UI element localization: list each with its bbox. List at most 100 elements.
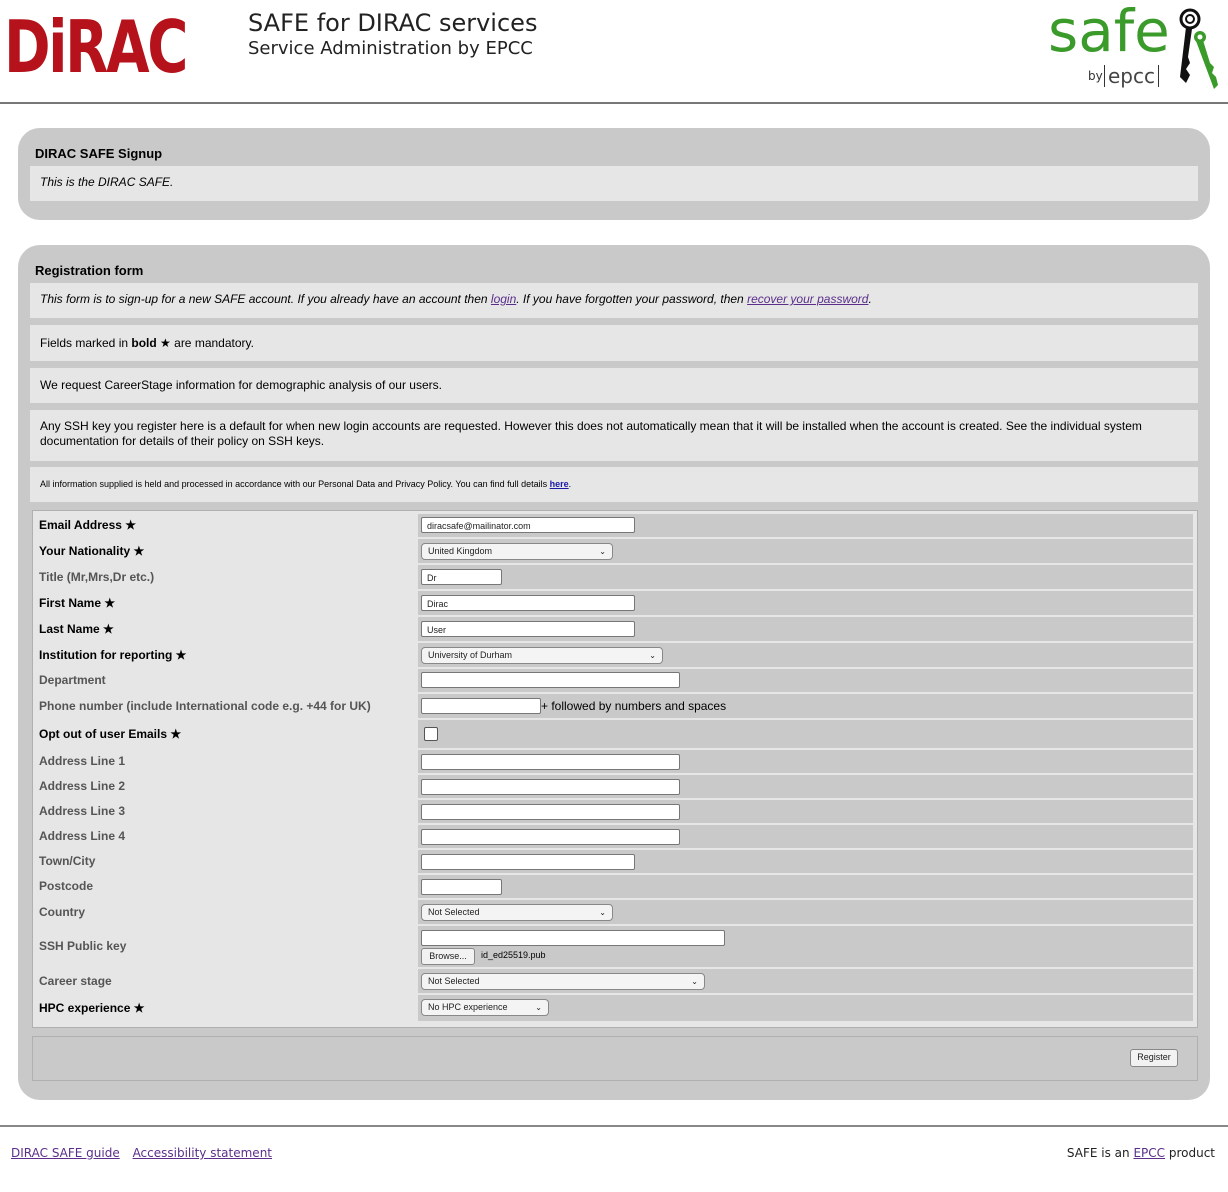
footer-product: SAFE is an EPCC product bbox=[1067, 1146, 1215, 1160]
key-icon bbox=[1179, 8, 1218, 89]
registration-panel: Registration form This form is to sign-u… bbox=[18, 245, 1210, 1100]
note-bold: bold bbox=[131, 336, 157, 350]
town-label: Town/City bbox=[36, 850, 415, 873]
optout-cell bbox=[418, 720, 1193, 748]
last-name-field[interactable]: User bbox=[421, 621, 635, 637]
phone-field[interactable] bbox=[421, 698, 541, 714]
career-stage-cell: Not Selected ⌄ bbox=[418, 969, 1193, 993]
chevron-down-icon: ⌄ bbox=[599, 908, 606, 917]
safe-logo-by: by bbox=[1088, 69, 1103, 83]
note-text: . bbox=[868, 292, 872, 306]
hpc-experience-select[interactable]: No HPC experience ⌄ bbox=[421, 999, 549, 1016]
postcode-cell bbox=[418, 875, 1193, 898]
site-subtitle: Service Administration by EPCC bbox=[248, 38, 533, 59]
address-line-3-field[interactable] bbox=[421, 804, 680, 820]
nationality-label: Your Nationality ★ bbox=[36, 539, 415, 563]
note-text: This form is to sign-up for a new SAFE a… bbox=[40, 292, 491, 306]
privacy-note: All information supplied is held and pro… bbox=[30, 467, 1198, 502]
address-line-4-field[interactable] bbox=[421, 829, 680, 845]
country-value: Not Selected bbox=[428, 907, 480, 917]
privacy-policy-link[interactable]: here bbox=[550, 479, 569, 489]
department-field[interactable] bbox=[421, 672, 680, 688]
title-label: Title (Mr,Mrs,Dr etc.) bbox=[36, 565, 415, 589]
nationality-cell: United Kingdom ⌄ bbox=[418, 539, 1193, 563]
signup-panel: DIRAC SAFE Signup This is the DIRAC SAFE… bbox=[18, 128, 1210, 220]
footer-divider bbox=[0, 1125, 1228, 1127]
note-text: All information supplied is held and pro… bbox=[40, 479, 550, 489]
country-label: Country bbox=[36, 900, 415, 924]
title-cell: Dr bbox=[418, 565, 1193, 589]
accessibility-statement-link[interactable]: Accessibility statement bbox=[133, 1146, 272, 1160]
optout-checkbox[interactable] bbox=[424, 727, 438, 741]
safe-logo-word: safe bbox=[1048, 0, 1170, 65]
address-line-1-label: Address Line 1 bbox=[36, 750, 415, 773]
town-cell bbox=[418, 850, 1193, 873]
first-name-cell: Dirac bbox=[418, 591, 1193, 615]
dirac-logo[interactable]: DiRAC bbox=[4, 2, 188, 92]
phone-hint: + followed by numbers and spaces bbox=[541, 699, 727, 713]
hpc-experience-value: No HPC experience bbox=[428, 1002, 508, 1012]
registration-form: Email Address ★ diracsafe@mailinator.com… bbox=[32, 510, 1198, 1028]
star-icon: ★ bbox=[156, 336, 175, 350]
institution-cell: University of Durham ⌄ bbox=[418, 643, 1193, 667]
hpc-experience-label: HPC experience ★ bbox=[36, 995, 415, 1021]
browse-button[interactable]: Browse... bbox=[421, 948, 475, 965]
institution-select[interactable]: University of Durham ⌄ bbox=[421, 647, 663, 664]
safe-by-epcc-logo[interactable]: safe by epcc bbox=[1048, 0, 1220, 95]
address-line-2-field[interactable] bbox=[421, 779, 680, 795]
address-line-3-label: Address Line 3 bbox=[36, 800, 415, 823]
email-cell: diracsafe@mailinator.com bbox=[418, 514, 1193, 537]
ssh-key-note: Any SSH key you register here is a defau… bbox=[30, 410, 1198, 461]
nationality-value: United Kingdom bbox=[428, 546, 493, 556]
site-header: DiRAC SAFE for DIRAC services Service Ad… bbox=[0, 0, 1228, 104]
career-stage-select[interactable]: Not Selected ⌄ bbox=[421, 973, 705, 990]
address-line-3-cell bbox=[418, 800, 1193, 823]
ssh-key-cell: Browse... id_ed25519.pub bbox=[418, 926, 1193, 967]
note-text: . If you have forgotten your password, t… bbox=[516, 292, 748, 306]
email-label: Email Address ★ bbox=[36, 514, 415, 537]
chevron-down-icon: ⌄ bbox=[535, 1003, 542, 1012]
hpc-experience-cell: No HPC experience ⌄ bbox=[418, 995, 1193, 1021]
title-field[interactable]: Dr bbox=[421, 569, 502, 585]
phone-label: Phone number (include International code… bbox=[36, 694, 415, 718]
recover-password-link[interactable]: recover your password bbox=[747, 292, 868, 306]
footer-text: SAFE is an bbox=[1066, 1146, 1134, 1160]
epcc-link[interactable]: EPCC bbox=[1133, 1146, 1165, 1160]
institution-label: Institution for reporting ★ bbox=[36, 643, 415, 667]
note-text: Fields marked in bbox=[40, 336, 132, 350]
address-line-2-cell bbox=[418, 775, 1193, 798]
chevron-down-icon: ⌄ bbox=[599, 547, 606, 556]
safe-logo-epcc: epcc bbox=[1104, 65, 1159, 87]
email-field[interactable]: diracsafe@mailinator.com bbox=[421, 517, 635, 533]
login-link[interactable]: login bbox=[491, 292, 516, 306]
address-line-4-label: Address Line 4 bbox=[36, 825, 415, 848]
footer-links: DIRAC SAFE guide Accessibility statement bbox=[11, 1146, 272, 1160]
ssh-key-field[interactable] bbox=[421, 930, 725, 946]
signup-intro: This is the DIRAC SAFE. bbox=[30, 166, 1198, 201]
address-line-1-cell bbox=[418, 750, 1193, 773]
first-name-label: First Name ★ bbox=[36, 591, 415, 615]
submit-bar: Register bbox=[32, 1036, 1198, 1081]
registration-heading: Registration form bbox=[35, 263, 144, 278]
dirac-safe-guide-link[interactable]: DIRAC SAFE guide bbox=[11, 1146, 120, 1160]
footer-text: product bbox=[1165, 1146, 1215, 1160]
address-line-4-cell bbox=[418, 825, 1193, 848]
chevron-down-icon: ⌄ bbox=[691, 977, 698, 986]
signup-heading: DIRAC SAFE Signup bbox=[35, 146, 163, 161]
chevron-down-icon: ⌄ bbox=[649, 651, 656, 660]
careerstage-note: We request CareerStage information for d… bbox=[30, 368, 1198, 403]
note-text: . bbox=[568, 479, 572, 489]
optout-label: Opt out of user Emails ★ bbox=[36, 720, 415, 748]
register-button[interactable]: Register bbox=[1130, 1049, 1178, 1067]
address-line-2-label: Address Line 2 bbox=[36, 775, 415, 798]
career-stage-value: Not Selected bbox=[428, 976, 480, 986]
phone-cell: + followed by numbers and spaces bbox=[418, 694, 1193, 718]
first-name-field[interactable]: Dirac bbox=[421, 595, 635, 611]
town-field[interactable] bbox=[421, 854, 635, 870]
address-line-1-field[interactable] bbox=[421, 754, 680, 770]
postcode-field[interactable] bbox=[421, 879, 502, 895]
mandatory-fields-note: Fields marked in bold ★ are mandatory. bbox=[30, 325, 1198, 361]
country-select[interactable]: Not Selected ⌄ bbox=[421, 904, 613, 921]
nationality-select[interactable]: United Kingdom ⌄ bbox=[421, 543, 613, 560]
department-cell bbox=[418, 669, 1193, 692]
